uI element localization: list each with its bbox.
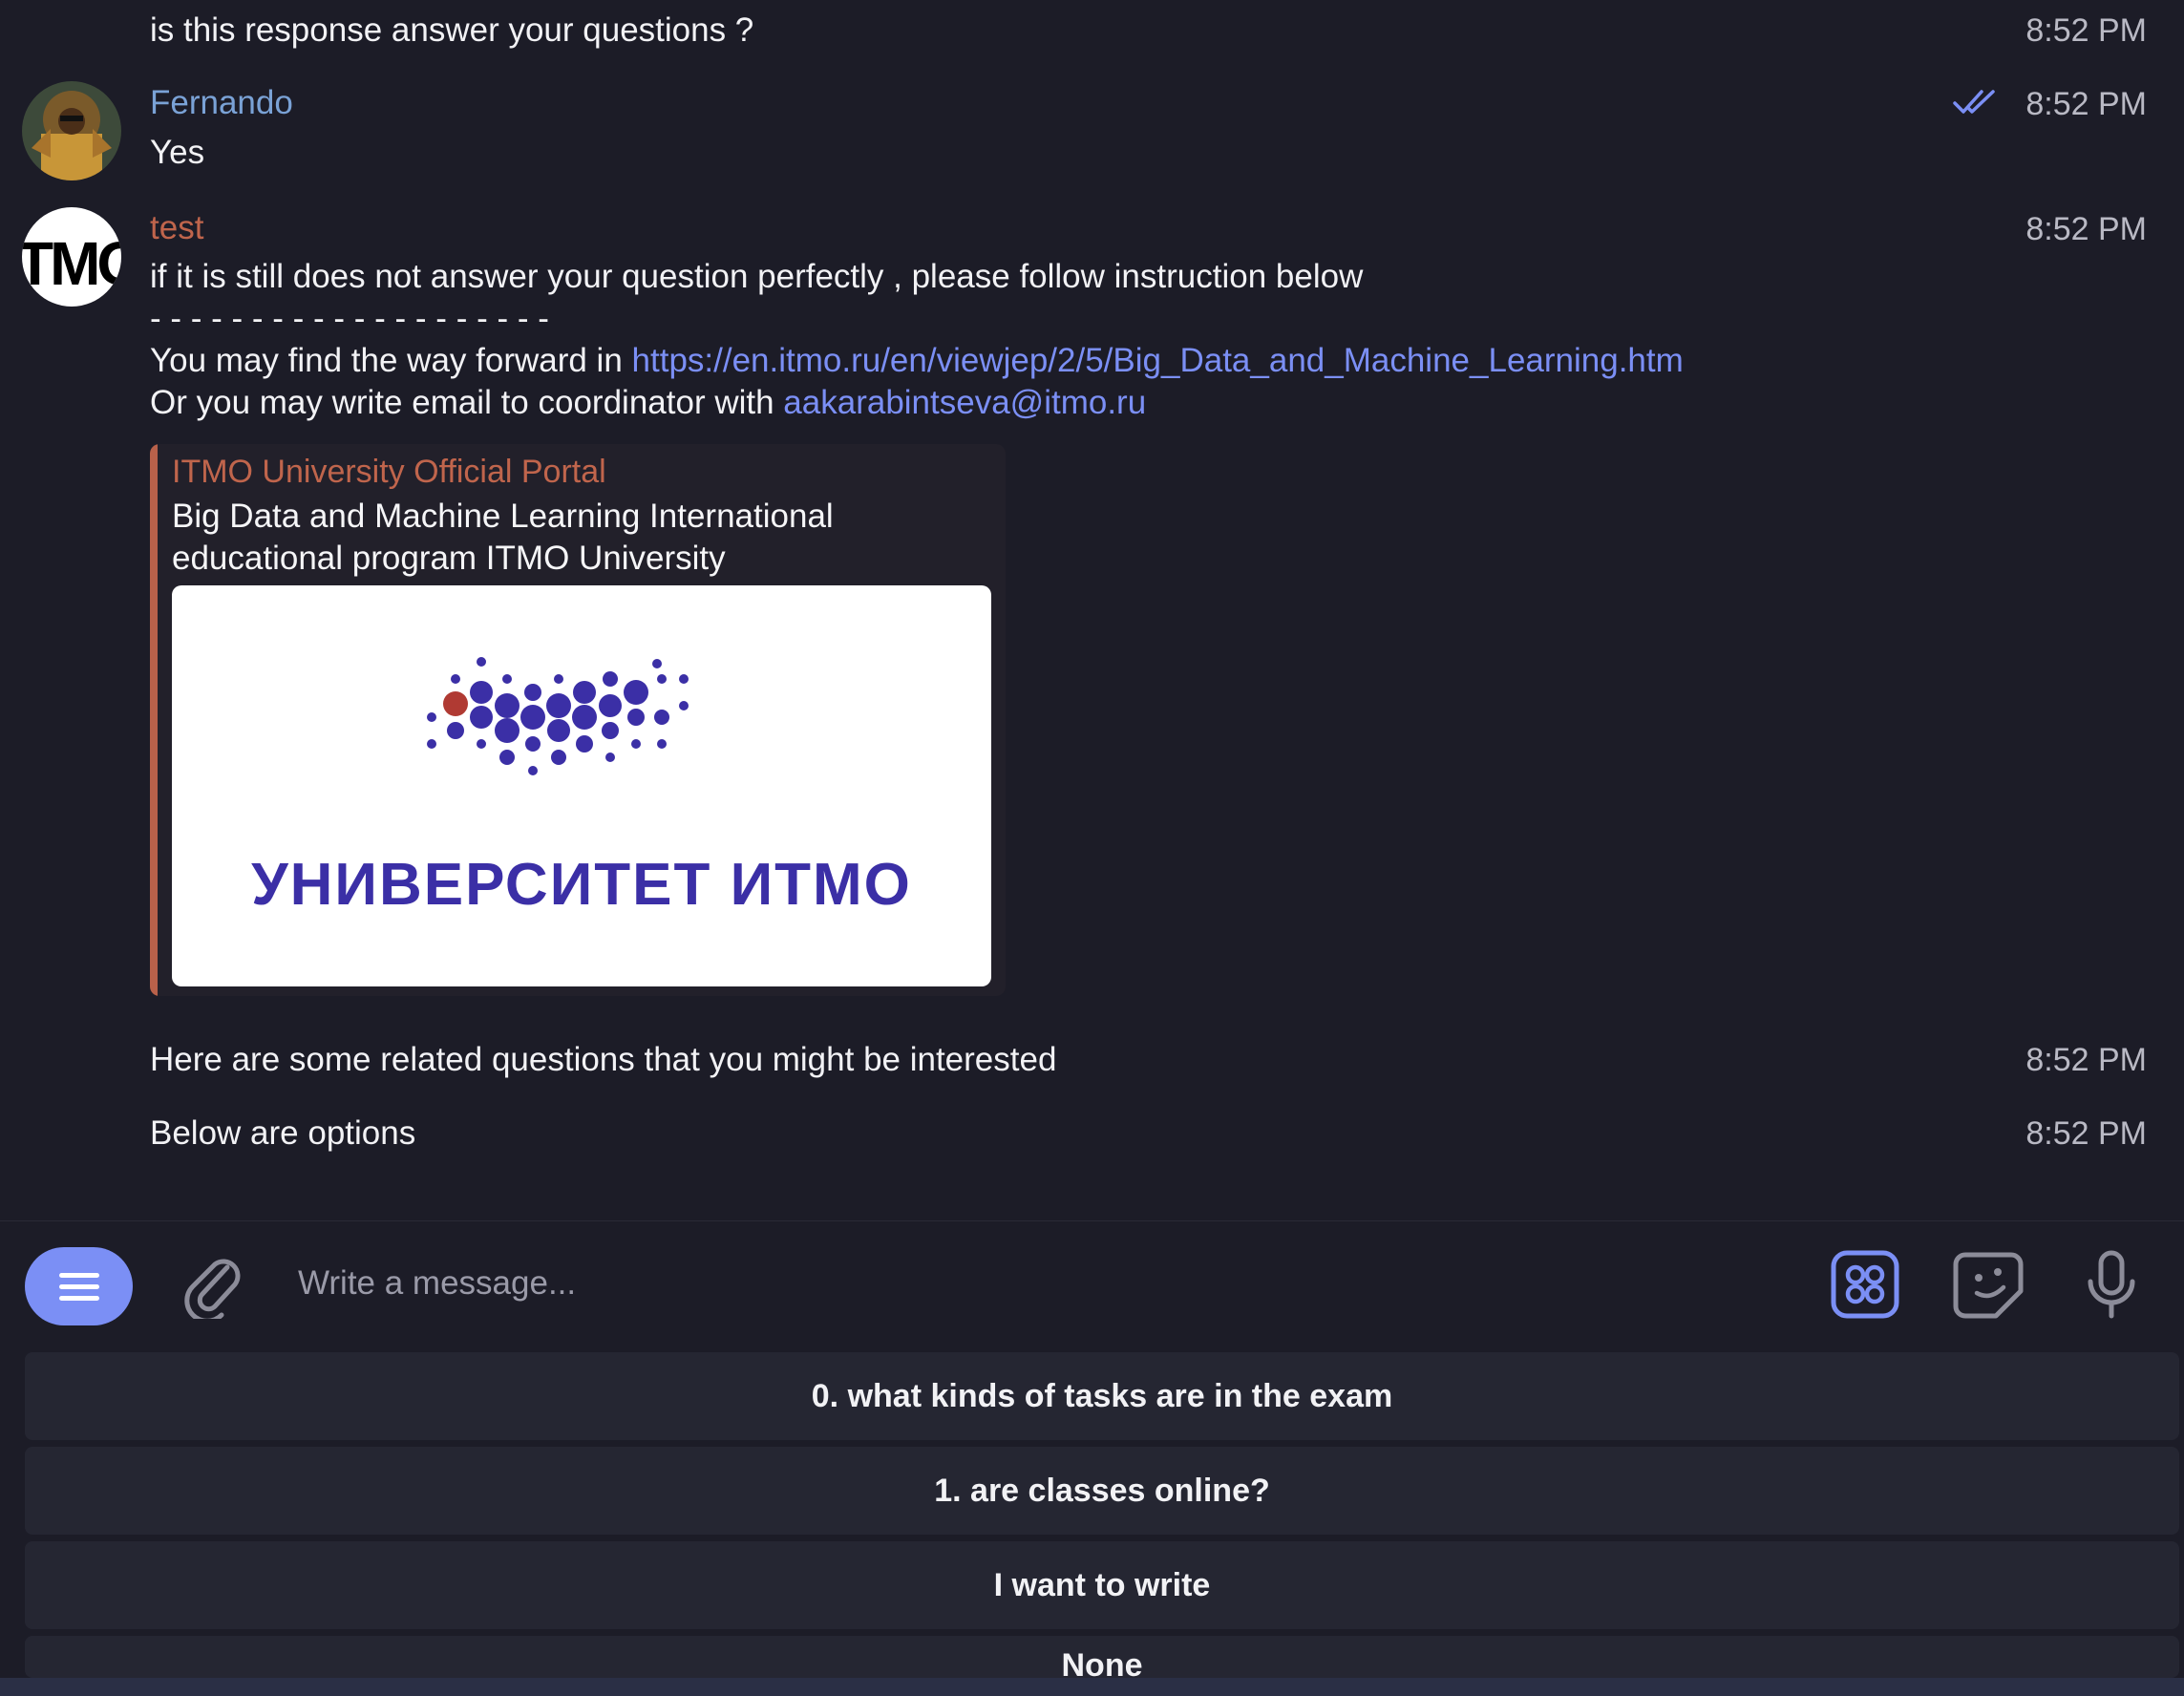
preview-image-text: УНИВЕРСИТЕТ ИТМО (251, 852, 912, 918)
avatar-text: TMO (22, 229, 121, 298)
bot-menu-button[interactable] (25, 1247, 133, 1325)
menu-icon-line (59, 1284, 99, 1289)
sender-name[interactable]: test (150, 209, 203, 247)
sender-name[interactable]: Fernando (150, 84, 293, 122)
email-link[interactable]: aakarabintseva@itmo.ru (783, 384, 1146, 421)
message-text-prefix: Or you may write email to coordinator wi… (150, 384, 784, 421)
message-text: Yes (150, 134, 205, 171)
program-link[interactable]: https://en.itmo.ru/en/viewjep/2/5/Big_Da… (632, 342, 1684, 379)
preview-image[interactable]: УНИВЕРСИТЕТ ИТМО (172, 585, 991, 986)
message-text: Below are options (150, 1114, 416, 1152)
paperclip-icon[interactable] (183, 1250, 246, 1324)
keyboard-button[interactable]: None (25, 1636, 2179, 1678)
message-time: 8:52 PM (2025, 1042, 2147, 1078)
message-time: 8:52 PM (2025, 211, 2147, 247)
message-input[interactable]: Write a message... (298, 1264, 576, 1303)
itmo-logo-dots (427, 657, 689, 775)
avatar-test[interactable]: TMO (22, 207, 121, 307)
avatar-fernando[interactable] (22, 81, 121, 180)
preview-title: Big Data and Machine Learning Internatio… (172, 498, 834, 577)
microphone-icon[interactable] (2085, 1249, 2138, 1326)
message-text-line: Or you may write email to coordinator wi… (150, 384, 1146, 422)
preview-accent-bar (150, 444, 158, 996)
message-time: 8:52 PM (2025, 1115, 2147, 1152)
message-text-line: if it is still does not answer your ques… (150, 258, 1364, 295)
keyboard-button[interactable]: 0. what kinds of tasks are in the exam (25, 1352, 2179, 1440)
message-text-prefix: You may find the way forward in (150, 342, 632, 379)
keyboard-button[interactable]: 1. are classes online? (25, 1447, 2179, 1535)
message-text: Here are some related questions that you… (150, 1041, 1057, 1078)
link-preview[interactable]: ITMO University Official Portal Big Data… (150, 444, 1006, 996)
message-composer: Write a message... (0, 1220, 2184, 1350)
menu-icon (59, 1273, 99, 1278)
sticker-icon[interactable] (1952, 1249, 2025, 1325)
bottom-strip (0, 1678, 2184, 1696)
double-check-icon (1953, 89, 1997, 120)
message-text-line: You may find the way forward in https://… (150, 342, 1684, 380)
menu-icon-line (59, 1296, 99, 1301)
apps-icon[interactable] (1831, 1250, 1899, 1324)
message-separator: - - - - - - - - - - - - - - - - - - - - (150, 300, 549, 337)
keyboard-button[interactable]: I want to write (25, 1541, 2179, 1629)
preview-site-name: ITMO University Official Portal (172, 454, 606, 490)
message-text: is this response answer your questions ? (150, 11, 754, 49)
message-time: 8:52 PM (2025, 12, 2147, 49)
message-time: 8:52 PM (2025, 86, 2147, 122)
